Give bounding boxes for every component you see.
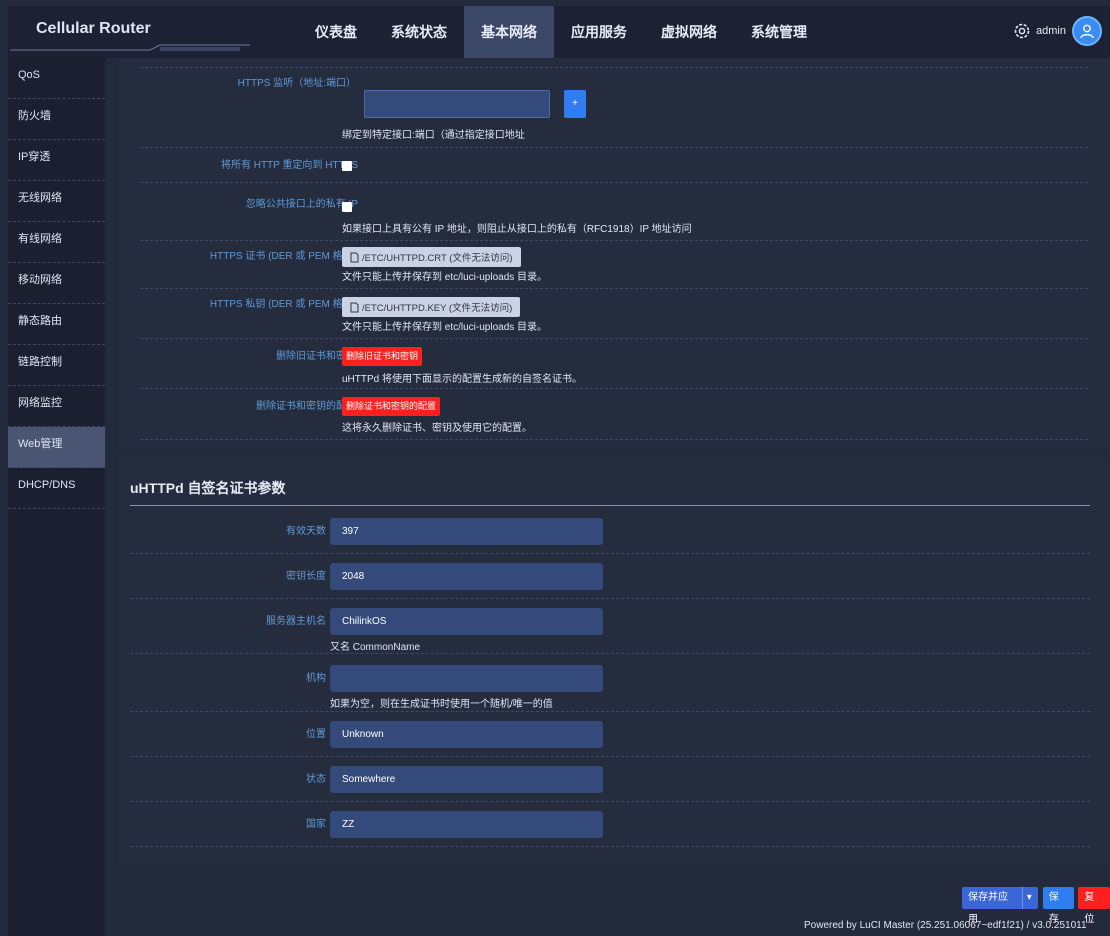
- https-listen-input[interactable]: [364, 90, 550, 118]
- sidebar-item-network-monitor[interactable]: 网络监控: [8, 386, 105, 427]
- sidebar-item-link-control[interactable]: 链路控制: [8, 345, 105, 386]
- redirect-checkbox[interactable]: [342, 161, 352, 171]
- brand-title: Cellular Router: [36, 20, 151, 37]
- sidebar-item-static-route[interactable]: 静态路由: [8, 304, 105, 345]
- field-row-state: 状态 Somewhere: [130, 766, 1090, 802]
- sidebar-item-wired[interactable]: 有线网络: [8, 222, 105, 263]
- redirect-label: 将所有 HTTP 重定向到 HTTPS: [220, 160, 358, 171]
- field-label: 机构: [306, 673, 326, 684]
- field-label: 密钥长度: [286, 571, 326, 582]
- sidebar-item-ip-passthrough[interactable]: IP穿透: [8, 140, 105, 181]
- remove-conf-desc: 这将永久删除证书、密钥及使用它的配置。: [342, 423, 532, 434]
- sidebar-item-wireless[interactable]: 无线网络: [8, 181, 105, 222]
- title-divider: [130, 505, 1090, 506]
- key-label: HTTPS 私钥 (DER 或 PEM 格式): [209, 299, 356, 310]
- valid-days-input[interactable]: 397: [330, 518, 603, 545]
- nav-system-management[interactable]: 系统管理: [734, 6, 824, 58]
- field-label: 状态: [306, 774, 326, 785]
- file-icon: [350, 252, 359, 262]
- sidebar-item-qos[interactable]: QoS: [8, 58, 105, 99]
- ignore-private-row: 忽略公共接口上的私有 IP 如果接口上具有公有 IP 地址，则阻止从接口上的私有…: [140, 183, 1088, 241]
- partial-row: [140, 58, 1088, 68]
- redirect-row: 将所有 HTTP 重定向到 HTTPS: [140, 148, 1088, 183]
- key-upload-button[interactable]: /ETC/UHTTPD.KEY (文件无法访问): [342, 297, 521, 317]
- sidebar-item-dhcp-dns[interactable]: DHCP/DNS: [8, 468, 105, 509]
- organization-desc: 如果为空，则在生成证书时使用一个随机/唯一的值: [330, 699, 553, 710]
- state-input[interactable]: Somewhere: [330, 766, 603, 793]
- country-input[interactable]: ZZ: [330, 811, 603, 838]
- https-listen-row: HTTPS 监听（地址:端口） + 绑定到特定接口:端口（通过指定接口地址: [140, 68, 1088, 148]
- nav-dashboard[interactable]: 仪表盘: [298, 6, 374, 58]
- cert-desc: 文件只能上传并保存到 etc/luci-uploads 目录。: [342, 272, 548, 283]
- user-icon: [1080, 24, 1094, 39]
- remove-old-button[interactable]: 删除旧证书和密钥: [342, 347, 423, 366]
- https-settings-section: HTTPS 监听（地址:端口） + 绑定到特定接口:端口（通过指定接口地址 将所…: [118, 58, 1110, 448]
- nav-virtual-network[interactable]: 虚拟网络: [644, 6, 734, 58]
- ignore-private-label: 忽略公共接口上的私有 IP: [245, 199, 358, 210]
- footer-actions: 保存并应用 ▾ 保存 复位: [962, 887, 1110, 925]
- key-length-input[interactable]: 2048: [330, 563, 603, 590]
- main-nav: 仪表盘 系统状态 基本网络 应用服务 虚拟网络 系统管理: [298, 6, 824, 58]
- organization-input[interactable]: [330, 665, 603, 692]
- remove-conf-label: 删除证书和密钥的配置: [256, 401, 356, 412]
- field-row-valid-days: 有效天数 397: [130, 518, 1090, 554]
- dropdown-caret-icon[interactable]: ▾: [1021, 887, 1032, 909]
- top-header: Cellular Router 仪表盘 系统状态 基本网络 应用服务 虚拟网络 …: [8, 6, 1110, 58]
- powered-by-footer: Powered by LuCI Master (25.251.06067~edf…: [804, 920, 1087, 931]
- save-button[interactable]: 保存: [1042, 887, 1075, 925]
- field-row-hostname: 服务器主机名 ChilinkOS 又名 CommonName: [130, 608, 1090, 654]
- remove-old-desc: uHTTPd 将使用下面显示的配置生成新的自签名证书。: [342, 374, 583, 385]
- avatar[interactable]: [1072, 16, 1102, 46]
- username-label[interactable]: admin: [1036, 25, 1066, 37]
- field-label: 有效天数: [286, 526, 326, 537]
- remove-old-label: 删除旧证书和密钥: [276, 351, 356, 362]
- add-listen-button[interactable]: +: [564, 90, 586, 118]
- field-row-organization: 机构 如果为空，则在生成证书时使用一个随机/唯一的值: [130, 665, 1090, 712]
- key-desc: 文件只能上传并保存到 etc/luci-uploads 目录。: [342, 322, 548, 333]
- field-label: 国家: [306, 819, 326, 830]
- key-row: HTTPS 私钥 (DER 或 PEM 格式) /ETC/UHTTPD.KEY …: [140, 289, 1088, 339]
- cert-params-title: uHTTPd 自签名证书参数: [130, 480, 286, 496]
- sidebar-item-firewall[interactable]: 防火墙: [8, 99, 105, 140]
- remove-old-row: 删除旧证书和密钥 删除旧证书和密钥 uHTTPd 将使用下面显示的配置生成新的自…: [140, 339, 1088, 389]
- field-row-country: 国家 ZZ: [130, 811, 1090, 847]
- ignore-private-checkbox[interactable]: [342, 202, 352, 212]
- sidebar-item-web-management[interactable]: Web管理: [8, 427, 105, 468]
- cert-row: HTTPS 证书 (DER 或 PEM 格式) /ETC/UHTTPD.CRT …: [140, 241, 1088, 289]
- gear-icon[interactable]: [1012, 21, 1032, 41]
- sidebar-item-mobile[interactable]: 移动网络: [8, 263, 105, 304]
- field-label: 服务器主机名: [266, 616, 326, 627]
- file-icon: [350, 302, 359, 312]
- reset-button[interactable]: 复位: [1078, 887, 1110, 925]
- cert-upload-button[interactable]: /ETC/UHTTPD.CRT (文件无法访问): [342, 247, 521, 267]
- https-listen-desc: 绑定到特定接口:端口（通过指定接口地址: [342, 130, 525, 141]
- field-label: 位置: [306, 729, 326, 740]
- remove-conf-row: 删除证书和密钥的配置 删除证书和密钥的配置 这将永久删除证书、密钥及使用它的配置…: [140, 389, 1088, 440]
- https-listen-label: HTTPS 监听（地址:端口）: [237, 78, 356, 89]
- nav-basic-network[interactable]: 基本网络: [464, 6, 554, 58]
- user-area: admin: [1012, 16, 1102, 46]
- nav-system-status[interactable]: 系统状态: [374, 6, 464, 58]
- save-apply-button[interactable]: 保存并应用 ▾: [962, 887, 1038, 925]
- cert-params-section: uHTTPd 自签名证书参数 有效天数 397 密钥长度 2048 服务器主机名…: [118, 458, 1110, 863]
- location-input[interactable]: Unknown: [330, 721, 603, 748]
- brand-underline-decoration: [10, 44, 250, 51]
- hostname-desc: 又名 CommonName: [330, 642, 421, 653]
- hostname-input[interactable]: ChilinkOS: [330, 608, 603, 635]
- nav-app-services[interactable]: 应用服务: [554, 6, 644, 58]
- field-row-key-length: 密钥长度 2048: [130, 563, 1090, 599]
- ignore-private-desc: 如果接口上具有公有 IP 地址，则阻止从接口上的私有（RFC1918）IP 地址…: [342, 224, 692, 235]
- remove-conf-button[interactable]: 删除证书和密钥的配置: [342, 397, 441, 416]
- field-row-location: 位置 Unknown: [130, 721, 1090, 757]
- sidebar: QoS 防火墙 IP穿透 无线网络 有线网络 移动网络 静态路由 链路控制 网络…: [8, 58, 105, 936]
- cert-label: HTTPS 证书 (DER 或 PEM 格式): [209, 251, 356, 262]
